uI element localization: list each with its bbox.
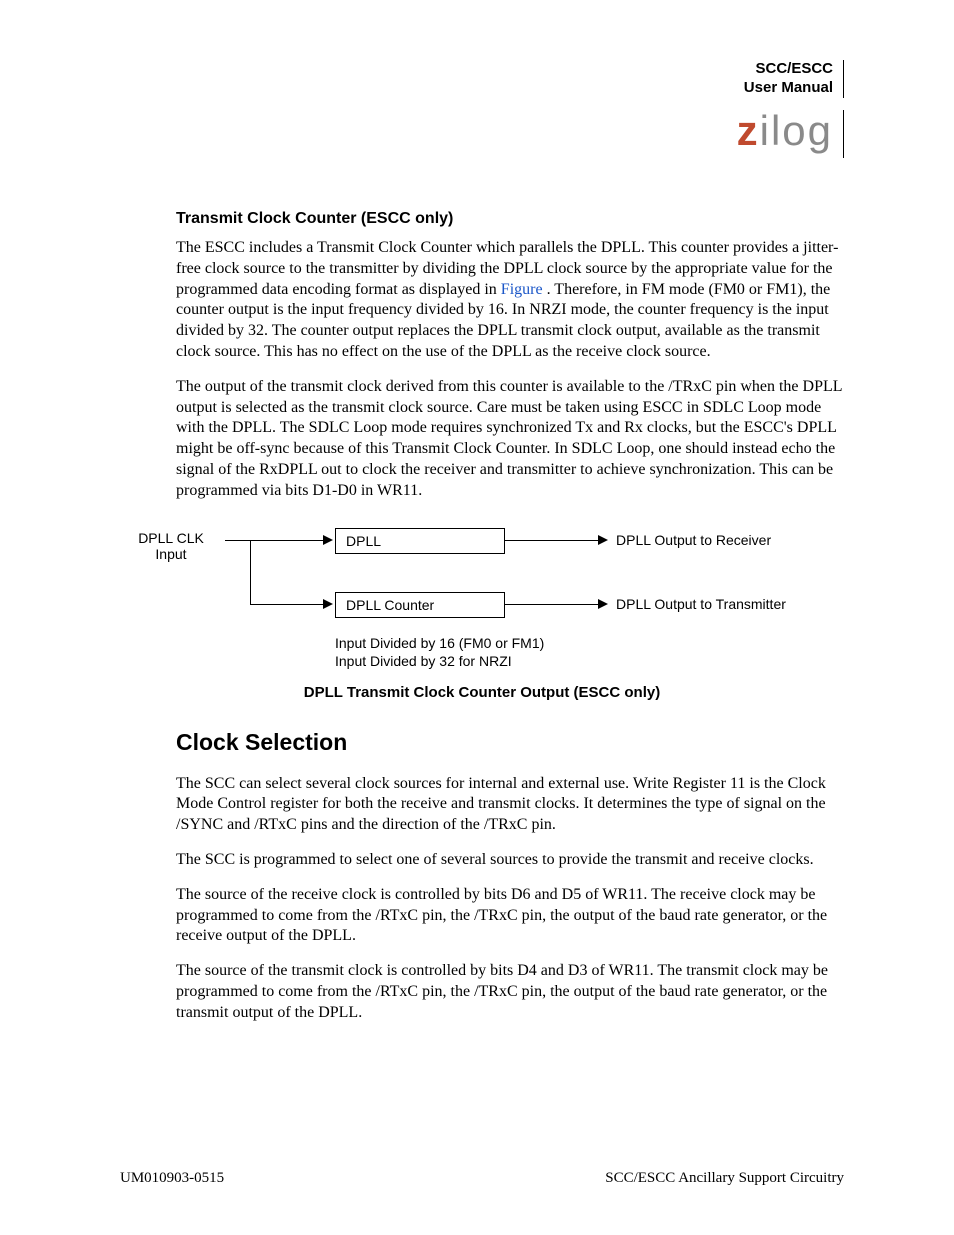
diagram-line xyxy=(505,604,600,605)
diagram-line xyxy=(505,540,600,541)
arrow-icon xyxy=(598,599,608,609)
doc-title: SCC/ESCC User Manual xyxy=(737,60,844,98)
dpll-diagram: DPLL CLK Input DPLL DPLL Counter DPLL Ou… xyxy=(120,526,844,666)
para-tx-counter-2: The output of the transmit clock derived… xyxy=(176,377,844,502)
arrow-icon xyxy=(323,535,333,545)
section-heading-clock-selection: Clock Selection xyxy=(176,729,844,756)
page-footer: UM010903-0515 SCC/ESCC Ancillary Support… xyxy=(120,1170,844,1187)
diagram-box-dpll: DPLL xyxy=(335,528,505,554)
para-clock-sel-4: The source of the transmit clock is cont… xyxy=(176,961,844,1023)
footer-docnum: UM010903-0515 xyxy=(120,1170,224,1187)
arrow-icon xyxy=(598,535,608,545)
diagram-line xyxy=(250,540,325,541)
diagram-input-label: DPLL CLK Input xyxy=(116,530,226,564)
arrow-icon xyxy=(323,599,333,609)
para-clock-sel-2: The SCC is programmed to select one of s… xyxy=(176,850,844,871)
para-clock-sel-1: The SCC can select several clock sources… xyxy=(176,774,844,836)
para-clock-sel-3: The source of the receive clock is contr… xyxy=(176,885,844,947)
diagram-line xyxy=(250,604,325,605)
figure-link[interactable]: Figure xyxy=(501,281,547,298)
page-header: SCC/ESCC User Manual zilog xyxy=(737,60,844,158)
footer-section: SCC/ESCC Ancillary Support Circuitry xyxy=(605,1170,844,1187)
diagram-divisor-note: Input Divided by 16 (FM0 or FM1) Input D… xyxy=(335,634,544,670)
doc-title-line2: User Manual xyxy=(744,79,833,96)
para-tx-counter-1: The ESCC includes a Transmit Clock Count… xyxy=(176,238,844,363)
zilog-logo: zilog xyxy=(737,110,844,158)
doc-title-line1: SCC/ESCC xyxy=(755,60,833,77)
diagram-line xyxy=(250,540,251,604)
diagram-output-transmitter: DPLL Output to Transmitter xyxy=(616,596,786,612)
diagram-output-receiver: DPLL Output to Receiver xyxy=(616,532,771,548)
page-content: Transmit Clock Counter (ESCC only) The E… xyxy=(120,210,844,1024)
figure-caption: DPLL Transmit Clock Counter Output (ESCC… xyxy=(120,684,844,701)
diagram-line xyxy=(225,540,250,541)
diagram-box-dpll-counter: DPLL Counter xyxy=(335,592,505,618)
section-heading-tx-counter: Transmit Clock Counter (ESCC only) xyxy=(176,210,844,228)
